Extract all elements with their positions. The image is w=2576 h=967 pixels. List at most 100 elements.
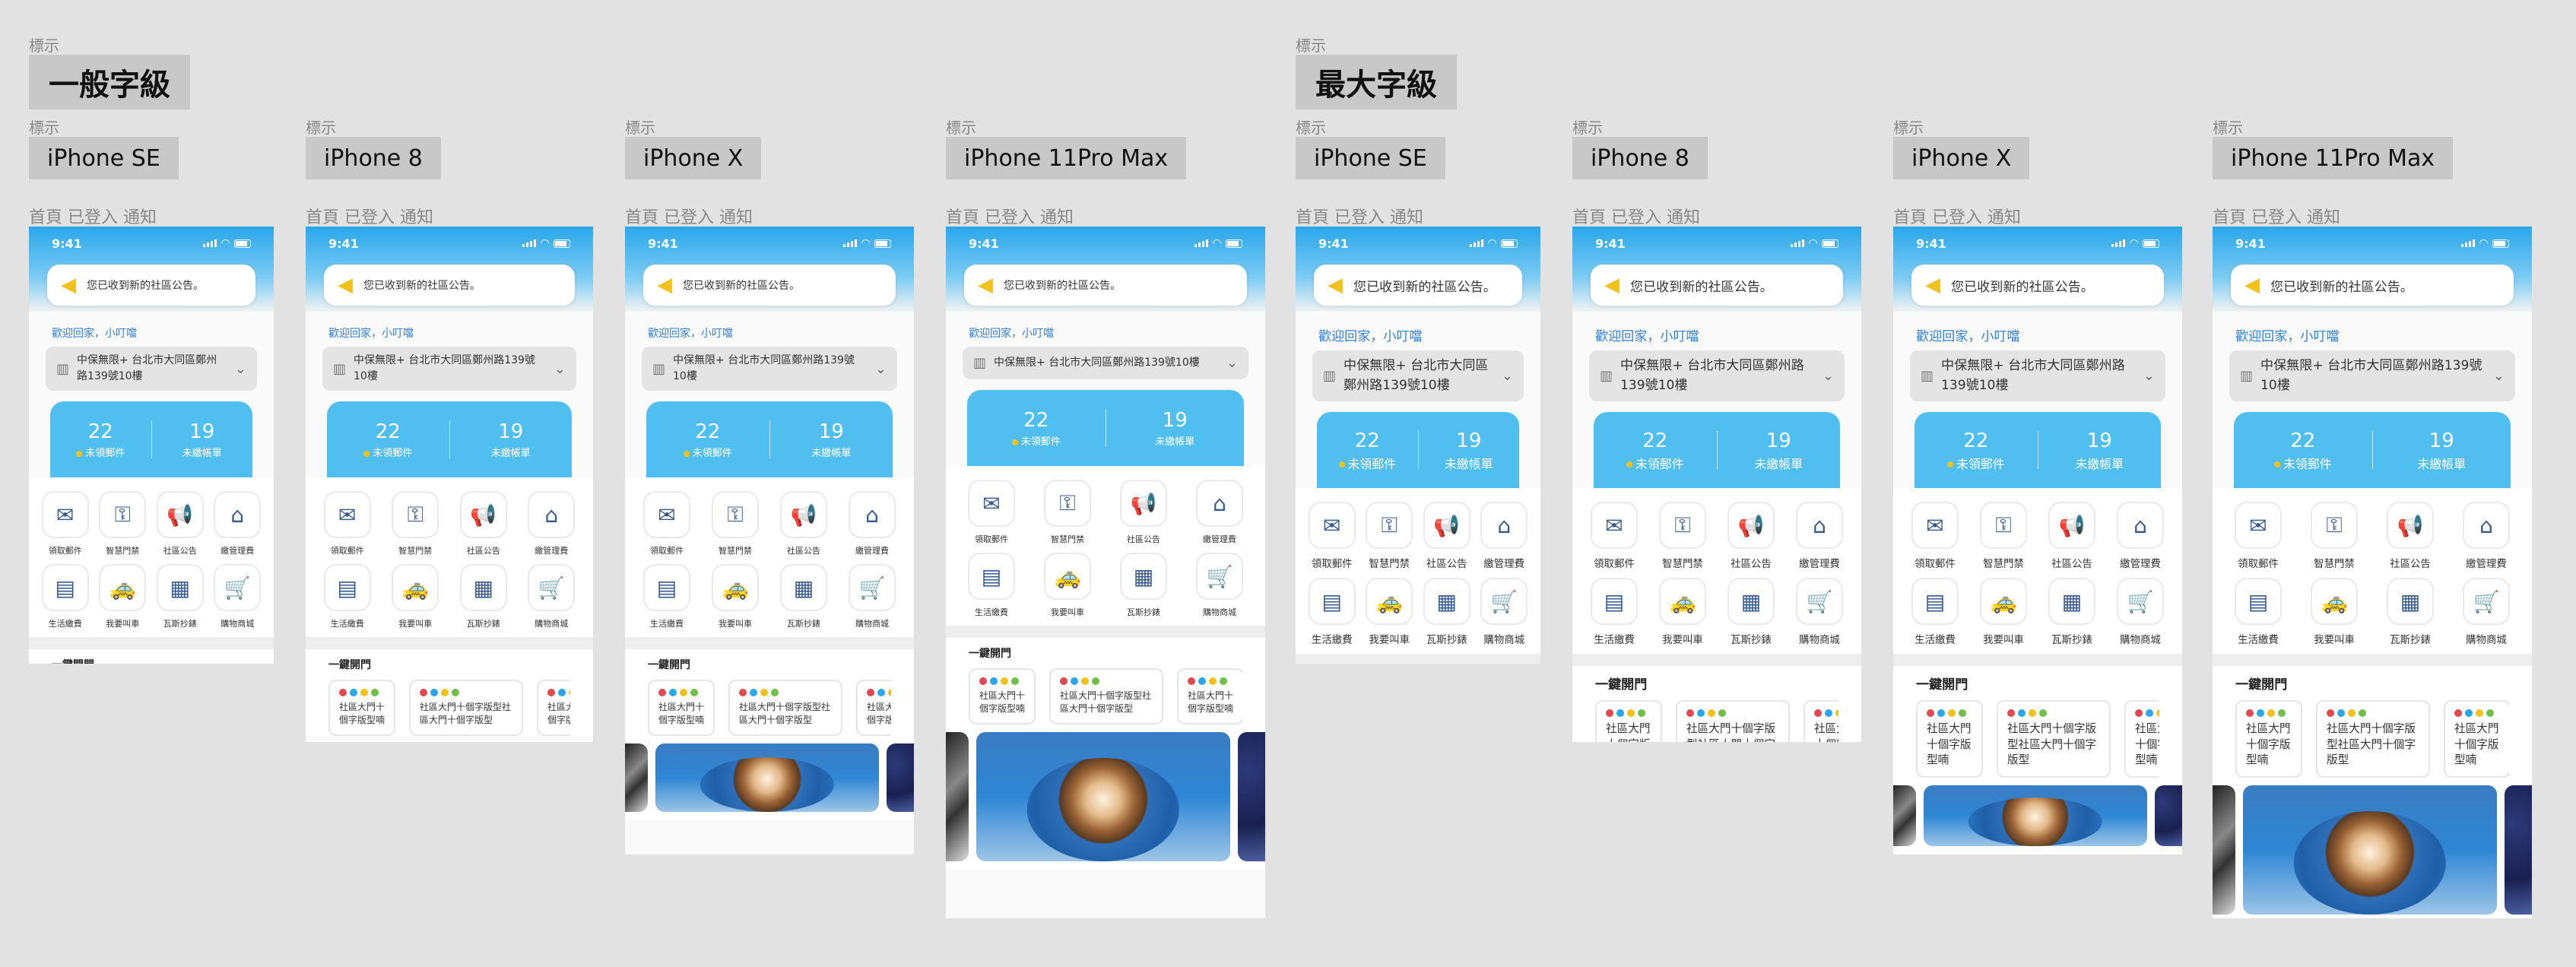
service-meter[interactable]: ▦ 瓦斯抄錶 [2038,578,2106,646]
quick-open-card[interactable]: 社區大門十個字版型社區大門十個字版型 [409,680,523,736]
stat-bills[interactable]: 19 未繳帳單 [2038,429,2162,472]
stat-bills[interactable]: 19 未繳帳單 [770,420,893,460]
banner-carousel[interactable] [1893,777,2182,854]
address-selector[interactable]: ▥ 中保無限+ 台北市大同區鄭州路139號10樓 ⌄ [1589,350,1845,402]
service-meter[interactable]: ▦ 瓦斯抄錶 [449,564,518,629]
stat-mail[interactable]: 22 未領郵件 [2234,429,2372,472]
service-taxi[interactable]: 🚕 我要叫車 [1648,578,1717,646]
service-meter[interactable]: ▦ 瓦斯抄錶 [151,564,209,629]
service-mail[interactable]: ✉ 領取郵件 [2220,502,2296,570]
address-selector[interactable]: ▥ 中保無限+ 台北市大同區鄭州路139號10樓 ⌄ [322,347,576,391]
service-taxi[interactable]: 🚕 我要叫車 [1969,578,2038,646]
quick-open-card[interactable]: 社區大門十個字版型喃 [2235,700,2302,778]
banner-image-coffee[interactable] [976,731,1230,861]
service-mail[interactable]: ✉ 領取郵件 [313,491,382,556]
stat-bills[interactable]: 19 未繳帳單 [2373,429,2511,472]
notice-banner[interactable]: ◀ 您已收到新的社區公告。 [1591,265,1843,306]
notice-banner[interactable]: ◀ 您已收到新的社區公告。 [643,265,896,306]
quick-open-card[interactable]: 社區大門十個字版型喃 [1916,700,1983,778]
service-bill[interactable]: ▤ 生活繳費 [633,564,701,629]
banner-image-coffee[interactable] [655,743,879,812]
service-mail[interactable]: ✉ 領取郵件 [1901,502,1969,570]
stat-mail[interactable]: 22 未領郵件 [646,420,769,459]
banner-carousel[interactable] [946,724,1265,869]
service-bill[interactable]: ▤ 生活繳費 [953,553,1029,618]
stat-mail[interactable]: 22 未領郵件 [1915,429,2038,472]
quick-open-card[interactable]: 社區大門十個字版型喃 [1177,668,1242,724]
service-taxi[interactable]: 🚕 我要叫車 [382,564,450,629]
service-taxi[interactable]: 🚕 我要叫車 [1361,578,1419,646]
service-taxi[interactable]: 🚕 我要叫車 [701,564,769,629]
address-selector[interactable]: ▥ 中保無限+ 台北市大同區鄭州路139號10樓 ⌄ [1910,350,2165,402]
notice-banner[interactable]: ◀ 您已收到新的社區公告。 [2231,265,2514,306]
stat-mail[interactable]: 22 未領郵件 [327,420,449,459]
quick-open-card[interactable]: 社區大門十個字版型社區大門十個字版型 [2316,700,2430,778]
quick-open-card[interactable]: 社區大門十個字版型社區大門十個字版型 [1676,700,1790,742]
service-meter[interactable]: ▦ 瓦斯抄錶 [769,564,838,629]
service-bill[interactable]: ▤ 生活繳費 [313,564,382,629]
service-house[interactable]: ⌂ 繳管理費 [2448,502,2524,570]
service-mail[interactable]: ✉ 領取郵件 [1580,502,1648,570]
service-cart[interactable]: 🛒 購物商城 [518,564,586,629]
address-selector[interactable]: ▥ 中保無限+ 台北市大同區鄭州路139號10樓 ⌄ [2229,350,2515,402]
service-megaphone[interactable]: 📢 社區公告 [151,491,209,556]
service-megaphone[interactable]: 📢 社區公告 [1418,502,1476,570]
service-cart[interactable]: 🛒 購物商城 [1785,578,1854,646]
address-selector[interactable]: ▥ 中保無限+ 台北市大同區鄭州路139號10樓 ⌄ [963,347,1248,379]
service-cart[interactable]: 🛒 購物商城 [209,564,267,629]
quick-open-card[interactable]: 社區大門十個字版型喃 [2124,700,2159,778]
stat-bills[interactable]: 19 未繳帳單 [1106,408,1245,449]
service-cart[interactable]: 🛒 購物商城 [838,564,906,629]
service-cart[interactable]: 🛒 購物商城 [1182,553,1258,618]
service-meter[interactable]: ▦ 瓦斯抄錶 [1717,578,1785,646]
banner-carousel[interactable] [625,735,914,820]
stat-mail[interactable]: 22 未領郵件 [1594,429,1717,472]
service-cart[interactable]: 🛒 購物商城 [1476,578,1534,646]
quick-open-card[interactable]: 社區大門十個字版型喃 [328,680,395,736]
notice-banner[interactable]: ◀ 您已收到新的社區公告。 [324,265,575,306]
service-mail[interactable]: ✉ 領取郵件 [36,491,94,556]
notice-banner[interactable]: ◀ 您已收到新的社區公告。 [964,265,1247,306]
notice-banner[interactable]: ◀ 您已收到新的社區公告。 [47,265,255,306]
quick-open-card[interactable]: 社區大門十個字版型喃 [537,680,570,736]
service-key[interactable]: ⚿ 智慧門禁 [1029,480,1106,545]
quick-open-card[interactable]: 社區大門十個字版型喃 [856,680,891,736]
banner-carousel[interactable] [2213,777,2532,918]
quick-open-card[interactable]: 社區大門十個字版型社區大門十個字版型 [1997,700,2111,778]
service-key[interactable]: ⚿ 智慧門禁 [1969,502,2038,570]
service-bill[interactable]: ▤ 生活繳費 [1580,578,1648,646]
stat-bills[interactable]: 19 未繳帳單 [450,420,573,460]
quick-open-card[interactable]: 社區大門十個字版型喃 [969,668,1036,724]
service-megaphone[interactable]: 📢 社區公告 [2372,502,2448,570]
service-key[interactable]: ⚿ 智慧門禁 [382,491,450,556]
service-house[interactable]: ⌂ 繳管理費 [518,491,586,556]
service-mail[interactable]: ✉ 領取郵件 [1303,502,1361,570]
service-megaphone[interactable]: 📢 社區公告 [769,491,838,556]
service-house[interactable]: ⌂ 繳管理費 [1785,502,1854,570]
service-cart[interactable]: 🛒 購物商城 [2106,578,2175,646]
stat-mail[interactable]: 22 未領郵件 [967,408,1106,448]
service-megaphone[interactable]: 📢 社區公告 [2038,502,2106,570]
service-taxi[interactable]: 🚕 我要叫車 [94,564,152,629]
service-mail[interactable]: ✉ 領取郵件 [953,480,1029,545]
quick-open-card[interactable]: 社區大門十個字版型喃 [1595,700,1662,742]
banner-image-coffee[interactable] [1924,785,2147,846]
service-house[interactable]: ⌂ 繳管理費 [838,491,906,556]
service-key[interactable]: ⚿ 智慧門禁 [94,491,152,556]
service-cart[interactable]: 🛒 購物商城 [2448,578,2524,646]
quick-open-card[interactable]: 社區大門十個字版型社區大門十個字版型 [728,680,842,736]
service-mail[interactable]: ✉ 領取郵件 [633,491,701,556]
stat-bills[interactable]: 19 未繳帳單 [1419,429,1520,472]
service-bill[interactable]: ▤ 生活繳費 [2220,578,2296,646]
service-taxi[interactable]: 🚕 我要叫車 [1029,553,1106,618]
service-meter[interactable]: ▦ 瓦斯抄錶 [1106,553,1182,618]
service-house[interactable]: ⌂ 繳管理費 [1182,480,1258,545]
service-megaphone[interactable]: 📢 社區公告 [1106,480,1182,545]
service-key[interactable]: ⚿ 智慧門禁 [1361,502,1419,570]
service-key[interactable]: ⚿ 智慧門禁 [1648,502,1717,570]
stat-mail[interactable]: 22 未領郵件 [50,420,151,459]
service-megaphone[interactable]: 📢 社區公告 [1717,502,1785,570]
banner-image-coffee[interactable] [2243,785,2497,915]
notice-banner[interactable]: ◀ 您已收到新的社區公告。 [1314,265,1522,306]
service-meter[interactable]: ▦ 瓦斯抄錶 [2372,578,2448,646]
